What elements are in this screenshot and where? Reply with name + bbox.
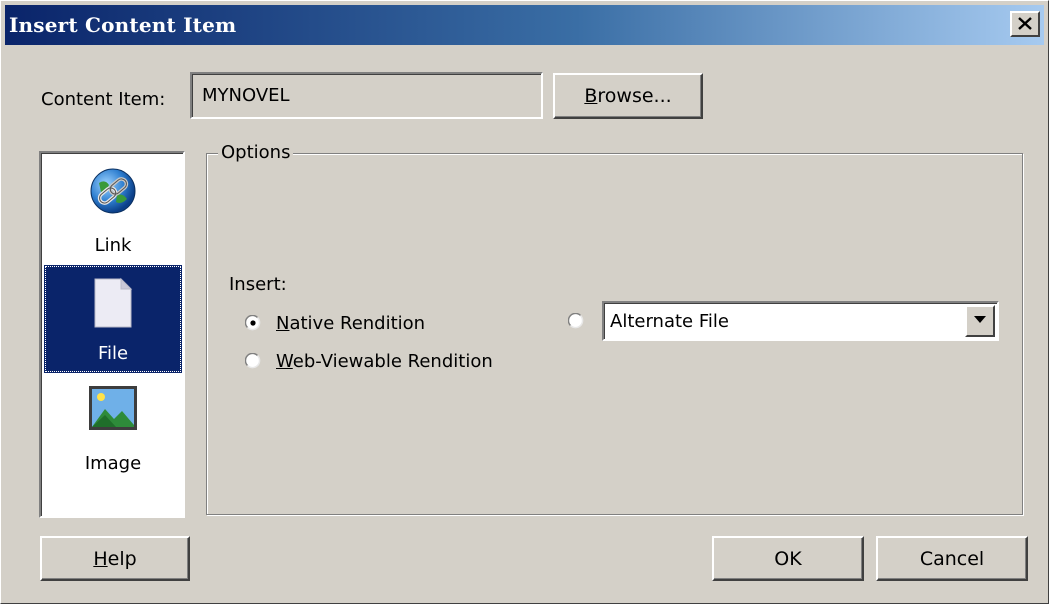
- help-button[interactable]: Help: [40, 536, 190, 581]
- close-button[interactable]: [1010, 11, 1040, 37]
- globe-link-icon: [90, 168, 136, 214]
- content-item-field[interactable]: MYNOVEL: [190, 72, 543, 119]
- content-item-label: Content Item:: [41, 89, 166, 110]
- alternate-file-value: Alternate File: [610, 311, 729, 332]
- content-item-value: MYNOVEL: [202, 85, 290, 106]
- list-item-label: File: [97, 343, 129, 364]
- window-title: Insert Content Item: [9, 13, 237, 37]
- list-item-label: Link: [94, 235, 132, 256]
- close-icon: [1018, 17, 1032, 30]
- options-legend: Options: [218, 142, 294, 163]
- ok-button[interactable]: OK: [712, 536, 864, 581]
- list-item-file[interactable]: File: [44, 265, 182, 373]
- web-viewable-rendition-radio[interactable]: [245, 353, 261, 369]
- cancel-label: Cancel: [919, 547, 985, 570]
- insert-label: Insert:: [229, 274, 287, 295]
- dropdown-button[interactable]: [965, 305, 995, 337]
- chevron-down-icon: [974, 316, 986, 323]
- native-rendition-label: Native Rendition: [276, 313, 426, 334]
- insert-content-item-dialog: Insert Content Item Content Item: MYNOVE…: [0, 0, 1049, 604]
- alternate-file-select[interactable]: Alternate File: [602, 301, 999, 341]
- native-rendition-radio[interactable]: [245, 315, 261, 331]
- picture-icon: [89, 386, 137, 430]
- web-viewable-rendition-label: Web-Viewable Rendition: [276, 351, 493, 372]
- insert-type-list[interactable]: Link File Image: [39, 151, 185, 518]
- browse-button[interactable]: Browse...: [553, 73, 703, 119]
- list-item-label: Image: [84, 453, 142, 474]
- browse-label: Browse...: [584, 85, 672, 107]
- alternate-file-radio[interactable]: [568, 313, 584, 329]
- ok-label: OK: [774, 547, 802, 570]
- cancel-button[interactable]: Cancel: [876, 536, 1028, 581]
- title-bar[interactable]: Insert Content Item: [5, 5, 1044, 45]
- help-label: Help: [93, 547, 137, 570]
- list-item-image[interactable]: Image: [44, 373, 182, 483]
- list-item-link[interactable]: Link: [44, 153, 182, 265]
- document-icon: [94, 277, 133, 328]
